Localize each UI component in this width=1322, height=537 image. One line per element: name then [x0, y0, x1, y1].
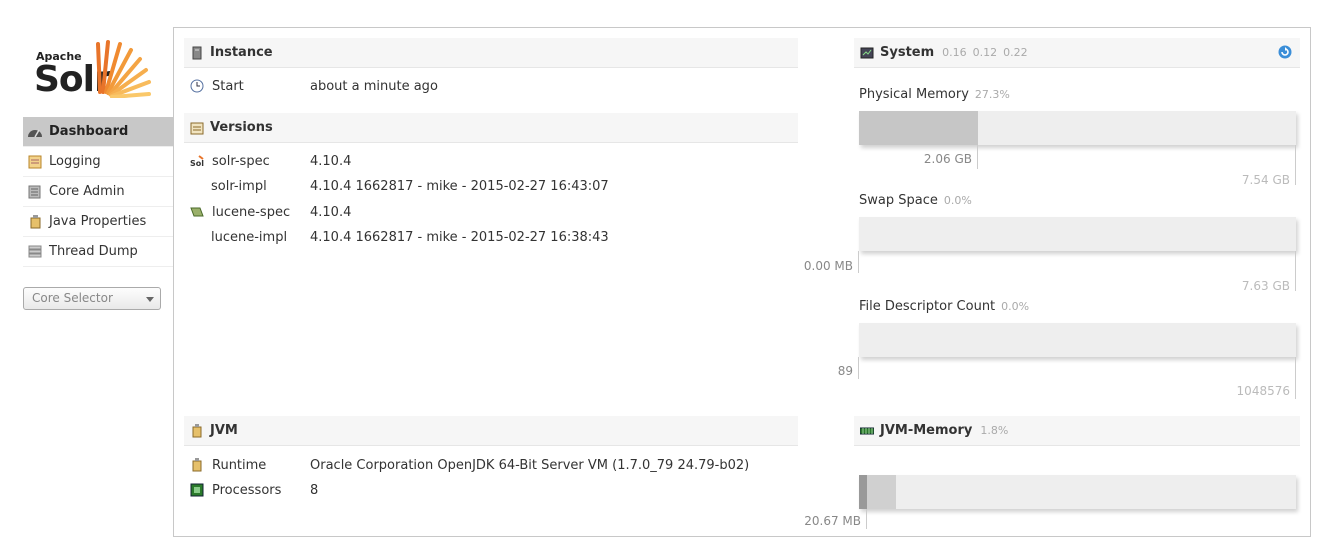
versions-header: Versions	[184, 113, 798, 143]
fd-total-tick	[1295, 357, 1296, 399]
version-value: 4.10.4 1662817 - mike - 2015-02-27 16:43…	[310, 178, 609, 194]
version-key: solr-spec	[212, 153, 270, 169]
physical-memory-fill	[859, 111, 979, 145]
jvm-memory-used: 20.67 MB	[804, 514, 861, 528]
version-key: lucene-impl	[211, 229, 288, 245]
memory-icon	[859, 424, 875, 438]
swap-total: 7.63 GB	[1241, 279, 1290, 293]
fd-used-tick	[858, 357, 859, 379]
nav-item-thread-dump[interactable]: Thread Dump	[23, 237, 173, 267]
jvm-runtime-row: Runtime Oracle Corporation OpenJDK 64-Bi…	[190, 455, 790, 475]
jvm-memory-header: JVM-Memory 1.8%	[854, 416, 1300, 446]
swap-pct: 0.0%	[943, 194, 972, 207]
jvm-memory-title: JVM-Memory	[880, 423, 973, 438]
sidebar-nav: Dashboard Logging Core Admin Java Proper…	[23, 117, 173, 267]
physical-memory-bar	[859, 111, 1296, 145]
core-admin-icon	[27, 185, 43, 199]
svg-text:Solr: Solr	[190, 159, 204, 168]
system-title: System	[880, 45, 935, 60]
swap-used: 0.00 MB	[803, 259, 853, 273]
physical-memory-used: 2.06 GB	[923, 152, 972, 166]
server-icon	[190, 46, 204, 60]
version-key: lucene-spec	[212, 204, 291, 220]
system-load-3: 0.22	[1003, 46, 1028, 59]
swap-label: Swap Space	[859, 193, 938, 208]
thread-dump-icon	[27, 245, 43, 259]
runtime-label: Runtime	[212, 457, 267, 473]
version-row-solr-spec: Solr solr-spec 4.10.4	[190, 151, 790, 171]
start-label: Start	[212, 78, 244, 94]
jvm-memory-used-tick	[866, 509, 867, 529]
instance-title: Instance	[210, 45, 273, 60]
jvm-processors-row: Processors 8	[190, 480, 790, 500]
chevron-down-icon	[146, 297, 154, 302]
processor-icon	[190, 483, 204, 497]
physical-memory-pct: 27.3%	[974, 88, 1010, 101]
physical-memory-total-tick	[1295, 145, 1296, 185]
physical-memory-total: 7.54 GB	[1241, 173, 1290, 187]
physical-memory-label: Physical Memory	[859, 87, 969, 102]
monitor-icon	[860, 46, 874, 60]
fd-label-row: File Descriptor Count 0.0%	[859, 299, 1029, 314]
nav-label-java-properties: Java Properties	[49, 214, 147, 229]
start-value: about a minute ago	[310, 78, 438, 94]
nav-item-core-admin[interactable]: Core Admin	[23, 177, 173, 207]
nav-item-logging[interactable]: Logging	[23, 147, 173, 177]
fd-total: 1048576	[1236, 384, 1290, 398]
nav-label-logging: Logging	[49, 154, 101, 169]
versions-title: Versions	[210, 120, 273, 135]
swap-bar	[859, 217, 1296, 251]
solr-sunburst-icon	[96, 40, 151, 98]
nav-label-dashboard: Dashboard	[49, 124, 129, 139]
fd-pct: 0.0%	[1001, 300, 1030, 313]
version-value: 4.10.4 1662817 - mike - 2015-02-27 16:38…	[310, 229, 609, 245]
core-selector-dropdown[interactable]: Core Selector	[23, 287, 161, 310]
nav-label-thread-dump: Thread Dump	[49, 244, 138, 259]
logging-icon	[27, 155, 43, 169]
clock-icon	[190, 79, 204, 93]
system-load-2: 0.12	[972, 46, 998, 59]
fd-used: 89	[837, 364, 853, 378]
version-row-lucene-impl: lucene-impl 4.10.4 1662817 - mike - 2015…	[190, 227, 790, 247]
solr-logo[interactable]: Apache Solr	[34, 36, 156, 100]
jvm-memory-pct: 1.8%	[980, 424, 1009, 437]
system-load-1: 0.16	[942, 46, 967, 59]
versions-icon	[190, 121, 204, 135]
java-properties-icon	[27, 214, 43, 229]
jvm-header: JVM	[184, 416, 798, 446]
swap-used-tick	[858, 251, 859, 273]
version-key: solr-impl	[211, 178, 267, 194]
version-row-solr-impl: solr-impl 4.10.4 1662817 - mike - 2015-0…	[190, 176, 790, 196]
nav-item-dashboard[interactable]: Dashboard	[23, 117, 173, 147]
swap-label-row: Swap Space 0.0%	[859, 193, 972, 208]
fd-label: File Descriptor Count	[859, 299, 996, 314]
jvm-memory-bar	[859, 475, 1296, 509]
version-value: 4.10.4	[310, 204, 352, 220]
java-icon	[190, 423, 204, 438]
dashboard-icon	[27, 125, 43, 139]
processors-value: 8	[310, 482, 319, 498]
version-value: 4.10.4	[310, 153, 352, 169]
nav-label-core-admin: Core Admin	[49, 184, 125, 199]
refresh-icon[interactable]	[1278, 45, 1292, 59]
version-row-lucene-spec: lucene-spec 4.10.4	[190, 202, 790, 222]
jvm-memory-used-fill	[859, 475, 867, 509]
runtime-value: Oracle Corporation OpenJDK 64-Bit Server…	[310, 457, 750, 473]
instance-header: Instance	[184, 38, 798, 68]
instance-start-row: Start about a minute ago	[190, 76, 790, 96]
processors-label: Processors	[212, 482, 282, 498]
physical-memory-label-row: Physical Memory 27.3%	[859, 87, 1010, 102]
core-selector-placeholder: Core Selector	[32, 291, 113, 305]
lucene-icon	[190, 205, 204, 219]
java-icon	[190, 458, 204, 472]
system-header: System 0.16 0.12 0.22	[854, 38, 1300, 68]
jvm-title: JVM	[210, 423, 238, 438]
solr-small-icon: Solr	[190, 154, 208, 168]
fd-bar	[859, 323, 1296, 357]
swap-total-tick	[1295, 251, 1296, 291]
physical-memory-used-tick	[977, 145, 978, 169]
nav-item-java-properties[interactable]: Java Properties	[23, 207, 173, 237]
